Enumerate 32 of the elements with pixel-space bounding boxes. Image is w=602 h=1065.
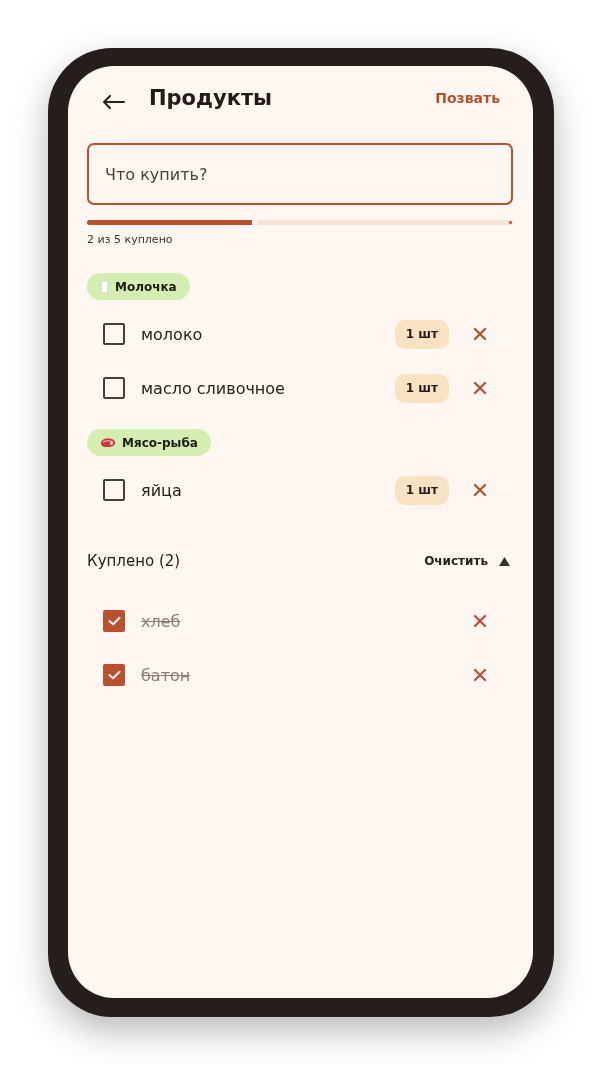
quantity-chip[interactable]: 1 шт [394, 475, 449, 505]
check-icon [107, 670, 121, 680]
quantity-chip[interactable]: 1 шт [394, 319, 449, 349]
steak-icon [100, 437, 116, 448]
clear-button[interactable]: Очистить [424, 554, 488, 568]
check-icon [107, 616, 121, 626]
item-name: батон [141, 665, 192, 685]
cross-icon [474, 328, 486, 340]
cross-icon [474, 484, 486, 496]
category-label: Мясо-рыба [122, 435, 198, 450]
checkbox[interactable] [103, 323, 125, 345]
caret-icon[interactable] [499, 556, 510, 566]
checkbox[interactable] [103, 479, 125, 501]
milk-glass-icon [100, 279, 109, 294]
item-name: масло сливочное [141, 378, 286, 398]
item-name: яйца [141, 480, 183, 500]
item-name: хлеб [141, 611, 182, 631]
cross-icon [474, 669, 486, 681]
progress-caption: 2 из 5 куплено [87, 233, 174, 247]
bought-heading: Куплено (2) [87, 552, 182, 570]
checkbox[interactable] [103, 664, 125, 686]
category-label: Молочка [115, 279, 177, 294]
add-item-field[interactable]: Что купить? [87, 143, 513, 205]
quantity-chip[interactable]: 1 шт [394, 373, 449, 403]
back-arrow-icon[interactable] [103, 95, 125, 109]
checkbox[interactable] [103, 610, 125, 632]
screen-title: Продукты [149, 86, 274, 110]
invite-button[interactable]: Позвать [435, 88, 500, 108]
cross-icon [474, 382, 486, 394]
item-name: молоко [141, 324, 204, 344]
cross-icon [474, 615, 486, 627]
checkbox[interactable] [103, 377, 125, 399]
